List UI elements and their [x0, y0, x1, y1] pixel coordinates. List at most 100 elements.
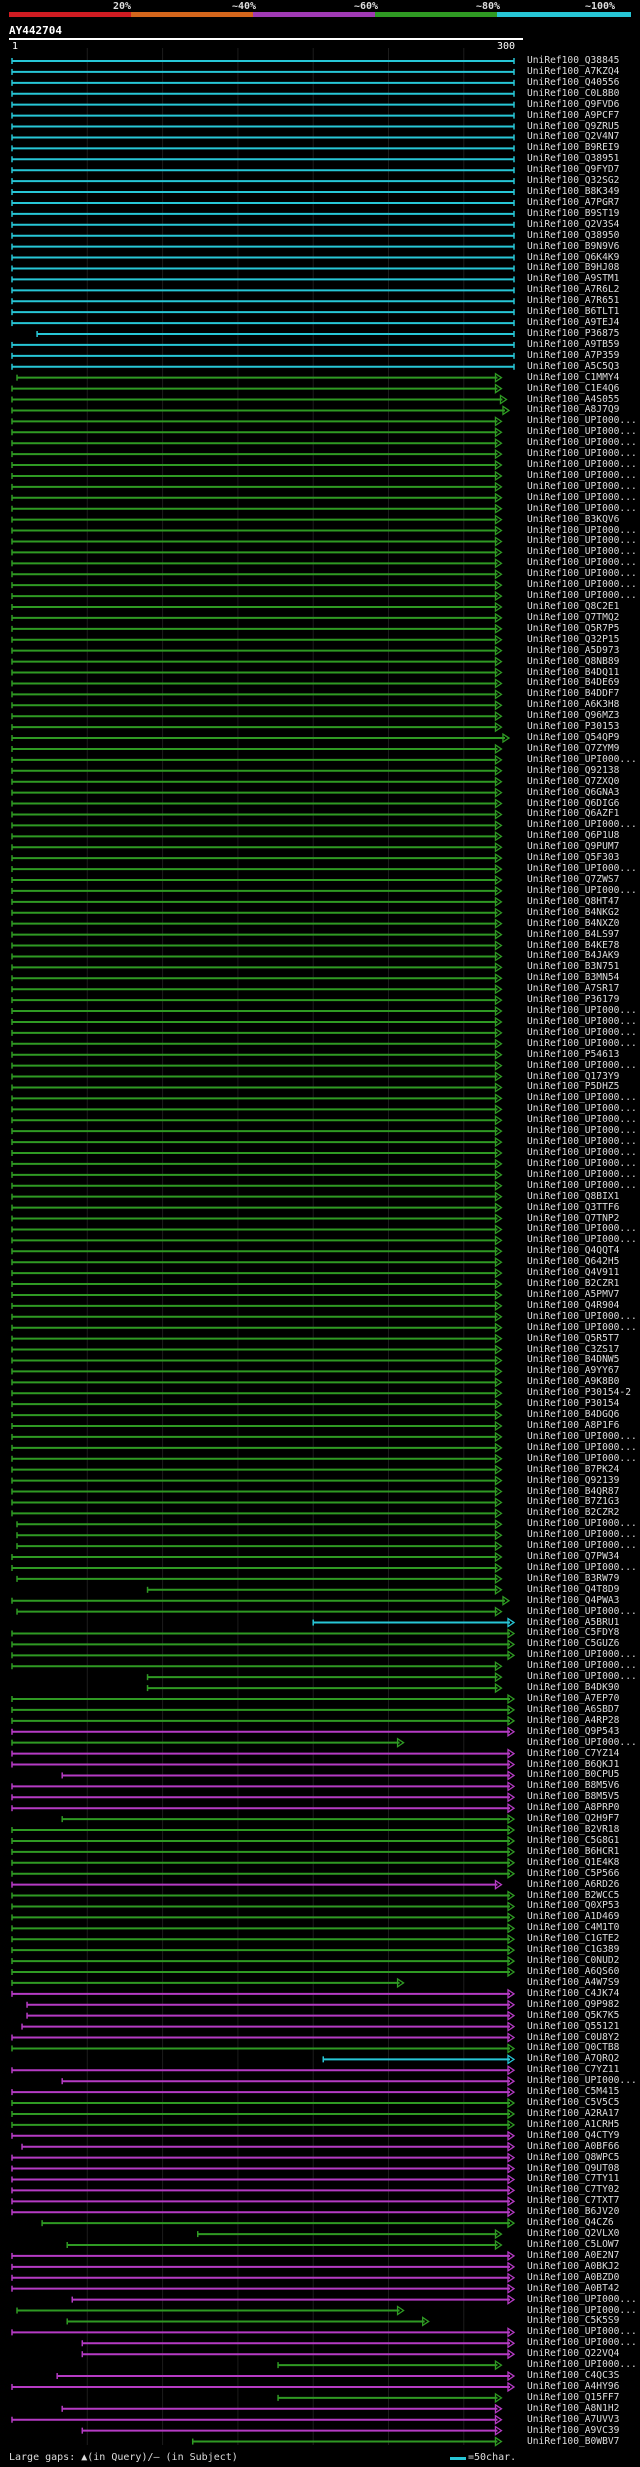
hit-label[interactable]: UniRef100_Q4V911	[527, 1267, 619, 1278]
hit-bar[interactable]	[11, 809, 503, 820]
hit-label[interactable]: UniRef100_B4DK90	[527, 1682, 619, 1693]
hit-label[interactable]: UniRef100_UPI000...	[527, 1223, 637, 1234]
hit-label[interactable]: UniRef100_UPI000...	[527, 415, 637, 426]
hit-bar[interactable]	[56, 2370, 516, 2382]
hit-label[interactable]: UniRef100_Q2H9F7	[527, 1813, 619, 1824]
hit-bar[interactable]	[11, 634, 503, 645]
hit-bar[interactable]	[21, 2021, 516, 2032]
hit-label[interactable]: UniRef100_Q32SG2	[527, 175, 619, 186]
hit-label[interactable]: UniRef100_B6HCR1	[527, 1846, 619, 1857]
hit-label[interactable]: UniRef100_UPI000...	[527, 1092, 637, 1103]
hit-bar[interactable]	[11, 503, 503, 514]
hit-label[interactable]: UniRef100_C4QC3S	[527, 2370, 619, 2381]
hit-label[interactable]: UniRef100_A7PGR7	[527, 197, 619, 208]
hit-bar[interactable]	[11, 1737, 405, 1748]
hit-label[interactable]: UniRef100_UPI000...	[527, 1147, 637, 1158]
hit-label[interactable]: UniRef100_B4DE69	[527, 677, 619, 688]
hit-label[interactable]: UniRef100_Q5R5T7	[527, 1333, 619, 1344]
hit-bar[interactable]	[36, 331, 515, 337]
hit-label[interactable]: UniRef100_B4DGQ6	[527, 1409, 619, 1420]
hit-label[interactable]: UniRef100_UPI000...	[527, 819, 637, 830]
hit-label[interactable]: UniRef100_Q173Y9	[527, 1071, 619, 1082]
hit-bar[interactable]	[11, 2414, 503, 2425]
hit-bar[interactable]	[61, 2403, 503, 2415]
hit-label[interactable]: UniRef100_UPI000...	[527, 1125, 637, 1136]
hit-bar[interactable]	[11, 863, 503, 875]
hit-label[interactable]: UniRef100_C7TXT7	[527, 2195, 619, 2206]
hit-label[interactable]: UniRef100_Q9UT08	[527, 2163, 619, 2174]
hit-label[interactable]: UniRef100_C5M415	[527, 2086, 619, 2097]
hit-bar[interactable]	[61, 2075, 516, 2087]
hit-bar[interactable]	[11, 590, 503, 602]
hit-bar[interactable]	[146, 1682, 503, 1694]
hit-label[interactable]: UniRef100_B9REI9	[527, 142, 619, 153]
hit-label[interactable]: UniRef100_UPI000...	[527, 1453, 637, 1464]
hit-label[interactable]: UniRef100_P30154-2	[527, 1387, 631, 1398]
hit-bar[interactable]	[11, 678, 503, 689]
hit-label[interactable]: UniRef100_UPI000...	[527, 1114, 637, 1125]
hit-bar[interactable]	[196, 2228, 503, 2240]
hit-label[interactable]: UniRef100_C0NUD2	[527, 1955, 619, 1966]
hit-label[interactable]: UniRef100_Q6AZF1	[527, 808, 619, 819]
hit-label[interactable]: UniRef100_C4JK74	[527, 1988, 619, 1999]
hit-label[interactable]: UniRef100_B8K349	[527, 186, 619, 197]
hit-bar[interactable]	[11, 765, 503, 777]
hit-label[interactable]: UniRef100_UPI000...	[527, 2075, 637, 2086]
hit-bar[interactable]	[11, 1977, 405, 1989]
hit-label[interactable]: UniRef100_A0BZD0	[527, 2272, 619, 2283]
hit-bar[interactable]	[11, 842, 503, 853]
hit-bar[interactable]	[16, 1519, 503, 1530]
hit-label[interactable]: UniRef100_A4RP28	[527, 1715, 619, 1726]
hit-label[interactable]: UniRef100_P30154	[527, 1398, 619, 1409]
hit-label[interactable]: UniRef100_Q7ZWS7	[527, 874, 619, 885]
hit-label[interactable]: UniRef100_P30153	[527, 721, 619, 732]
hit-label[interactable]: UniRef100_UPI000...	[527, 546, 637, 557]
hit-bar[interactable]	[11, 383, 503, 394]
hit-bar[interactable]	[11, 612, 503, 624]
hit-label[interactable]: UniRef100_UPI000...	[527, 1136, 637, 1147]
hit-label[interactable]: UniRef100_A7P359	[527, 350, 619, 361]
hit-bar[interactable]	[11, 645, 503, 656]
hit-bar[interactable]	[11, 1551, 503, 1563]
hit-label[interactable]: UniRef100_B0WBV7	[527, 2436, 619, 2447]
hit-label[interactable]: UniRef100_Q2V3S4	[527, 219, 619, 230]
hit-label[interactable]: UniRef100_B4LS97	[527, 929, 619, 940]
hit-bar[interactable]	[11, 1005, 503, 1017]
hit-bar[interactable]	[11, 852, 503, 864]
hit-label[interactable]: UniRef100_UPI000...	[527, 557, 637, 568]
hit-label[interactable]: UniRef100_A7UVV3	[527, 2414, 619, 2425]
hit-label[interactable]: UniRef100_B8M5V5	[527, 1791, 619, 1802]
hit-bar[interactable]	[11, 1879, 503, 1890]
hit-label[interactable]: UniRef100_B3RW79	[527, 1573, 619, 1584]
hit-label[interactable]: UniRef100_B4KE78	[527, 940, 619, 951]
hit-bar[interactable]	[11, 1147, 503, 1159]
hit-bar[interactable]	[11, 1508, 503, 1519]
hit-label[interactable]: UniRef100_P36875	[527, 328, 619, 339]
hit-bar[interactable]	[11, 1027, 503, 1039]
hit-bar[interactable]	[71, 2294, 516, 2305]
hit-label[interactable]: UniRef100_A8J7Q9	[527, 404, 619, 415]
hit-label[interactable]: UniRef100_UPI000...	[527, 1158, 637, 1169]
hit-bar[interactable]	[11, 1038, 503, 1050]
hit-label[interactable]: UniRef100_C3ZS17	[527, 1344, 619, 1355]
hit-label[interactable]: UniRef100_A4W7S9	[527, 1977, 619, 1988]
hit-label[interactable]: UniRef100_UPI000...	[527, 525, 637, 536]
hit-bar[interactable]	[11, 962, 503, 973]
hit-label[interactable]: UniRef100_UPI000...	[527, 503, 637, 514]
hit-label[interactable]: UniRef100_UPI000...	[527, 437, 637, 448]
hit-bar[interactable]	[11, 1169, 503, 1181]
hit-label[interactable]: UniRef100_B3MN54	[527, 972, 619, 983]
hit-label[interactable]: UniRef100_Q5F303	[527, 852, 619, 863]
hit-label[interactable]: UniRef100_A0E2N7	[527, 2250, 619, 2261]
hit-label[interactable]: UniRef100_B2VR18	[527, 1824, 619, 1835]
hit-label[interactable]: UniRef100_B3N751	[527, 961, 619, 972]
hit-label[interactable]: UniRef100_UPI000...	[527, 1038, 637, 1049]
hit-label[interactable]: UniRef100_A9K8B0	[527, 1376, 619, 1387]
hit-bar[interactable]	[11, 1486, 503, 1497]
hit-label[interactable]: UniRef100_B4NXZ0	[527, 918, 619, 929]
hit-bar[interactable]	[11, 1224, 503, 1235]
hit-label[interactable]: UniRef100_Q6K4K9	[527, 252, 619, 263]
hit-label[interactable]: UniRef100_Q4QQT4	[527, 1245, 619, 1256]
hit-bar[interactable]	[11, 1125, 503, 1137]
hit-bar[interactable]	[11, 667, 503, 678]
